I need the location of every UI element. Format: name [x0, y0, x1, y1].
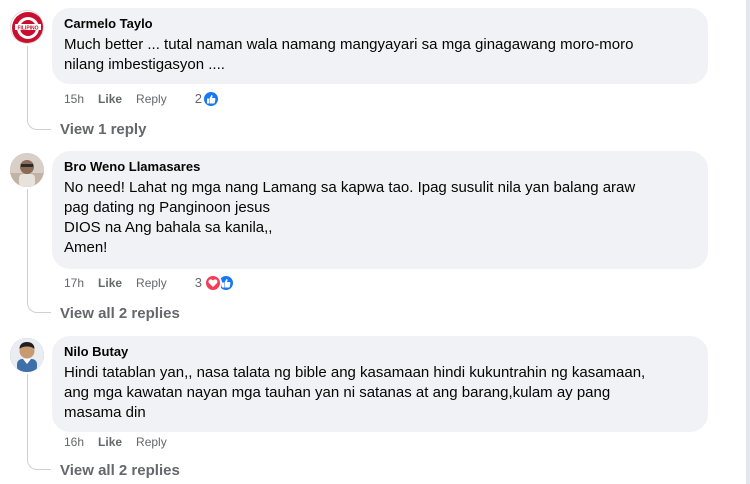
- comment-author[interactable]: Nilo Butay: [64, 344, 696, 360]
- comment-author[interactable]: Carmelo Taylo: [64, 16, 696, 32]
- like-icon: [201, 90, 220, 108]
- like-button[interactable]: Like: [98, 91, 122, 107]
- comment-bubble: Nilo Butay Hindi tatablan yan,, nasa tal…: [52, 336, 708, 432]
- comment-text-line: Much better ... tutal naman wala namang …: [64, 36, 634, 53]
- reaction-count: 2: [194, 91, 202, 106]
- comment-bubble: Bro Weno Llamasares No need! Lahat ng mg…: [52, 151, 708, 269]
- like-button[interactable]: Like: [98, 275, 122, 291]
- comment-author[interactable]: Bro Weno Llamasares: [64, 159, 696, 175]
- comment-text-line: Amen!: [64, 239, 108, 256]
- comment-text-line: Hindi tatablan yan,, nasa talata ng bibl…: [64, 364, 646, 381]
- filipino-logo-avatar-icon: FILIPINO: [12, 12, 43, 43]
- comment-text-line: No need! Lahat ng mga nang Lamang sa kap…: [64, 179, 636, 196]
- comment-text-line: nilang imbestigasyon ....: [64, 56, 225, 73]
- comment-actions: 15h Like Reply 2: [64, 90, 220, 108]
- love-icon: [203, 274, 222, 292]
- scrollbar-track[interactable]: [746, 0, 750, 484]
- avatar-logo-text: FILIPINO: [17, 25, 38, 31]
- comment-text-line: DIOS na Ang bahala sa kanila,,: [64, 219, 273, 236]
- reaction-summary[interactable]: 3: [195, 274, 235, 292]
- view-replies-link[interactable]: View all 2 replies: [60, 305, 180, 322]
- view-replies-link[interactable]: View 1 reply: [60, 121, 146, 138]
- comment-timestamp[interactable]: 15h: [64, 91, 84, 107]
- comment-text-line: ang mga kawatan nayan mga tauhan yan ni …: [64, 384, 611, 401]
- like-button[interactable]: Like: [98, 434, 122, 450]
- comment-actions: 16h Like Reply: [64, 434, 181, 450]
- person-photo-icon: [10, 338, 44, 372]
- reply-button[interactable]: Reply: [136, 275, 167, 291]
- avatar[interactable]: FILIPINO: [10, 10, 44, 44]
- comment-timestamp[interactable]: 16h: [64, 434, 84, 450]
- reply-button[interactable]: Reply: [136, 91, 167, 107]
- thread-connector: [27, 374, 51, 470]
- reaction-summary[interactable]: 2: [195, 90, 220, 108]
- avatar[interactable]: [10, 153, 44, 187]
- reply-button[interactable]: Reply: [136, 434, 167, 450]
- view-replies-link[interactable]: View all 2 replies: [60, 462, 180, 479]
- comment-text-line: masama din: [64, 404, 146, 421]
- comment-text-line: pag dating ng Panginoon jesus: [64, 199, 271, 216]
- comment-text: Hindi tatablan yan,, nasa talata ng bibl…: [64, 363, 696, 423]
- comment-text: No need! Lahat ng mga nang Lamang sa kap…: [64, 178, 696, 258]
- comment-timestamp[interactable]: 17h: [64, 275, 84, 291]
- comment-actions: 17h Like Reply 3: [64, 274, 235, 292]
- avatar[interactable]: [10, 338, 44, 372]
- comment-bubble: Carmelo Taylo Much better ... tutal nama…: [52, 8, 708, 84]
- person-photo-icon: [10, 153, 44, 187]
- reaction-count: 3: [194, 275, 202, 290]
- comment-text: Much better ... tutal naman wala namang …: [64, 35, 696, 75]
- thread-connector: [27, 46, 51, 130]
- thread-connector: [27, 189, 51, 313]
